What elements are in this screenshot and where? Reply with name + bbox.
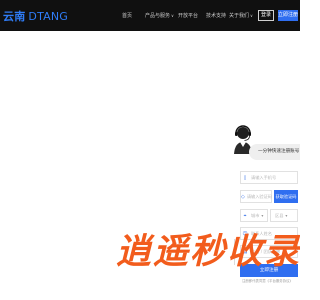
sms-code-field[interactable]: ◇ 请输入验证码 [240, 190, 272, 203]
nav-item-label: 技术支持 [206, 13, 227, 19]
nav-item-label: 开放平台 [178, 13, 199, 19]
phone-field[interactable]: ▯ 请输入手机号 [240, 171, 298, 184]
phone-placeholder: 请输入手机号 [251, 174, 277, 180]
nav-item-home[interactable]: 首页 [122, 13, 132, 19]
location-icon: ⌖ [243, 212, 247, 219]
nav-item-tech-support[interactable]: 技术支持 [206, 13, 226, 19]
logo-text-en: DTANG [28, 9, 69, 23]
nav-item-label: 关于我们 [229, 13, 250, 19]
register-form-panel: 一分钟快速注册账号 ▯ 请输入手机号 ◇ 请输入验证码 获取验证码 ⌖ 城市 ▾… [222, 121, 300, 300]
nav-item-products[interactable]: 产品与服务∨ [145, 13, 174, 19]
chevron-down-icon: ∨ [250, 13, 253, 18]
chevron-down-icon: ∨ [171, 13, 174, 18]
city-placeholder: 城市 [251, 212, 260, 218]
nav-item-label: 产品与服务 [145, 13, 171, 19]
login-button[interactable]: 登录 [258, 10, 274, 21]
page: 云南 DTANG 首页 产品与服务∨ 开放平台 技术支持 关于我们∨ 登录 立即… [0, 0, 300, 300]
top-navbar: 云南 DTANG 首页 产品与服务∨ 开放平台 技术支持 关于我们∨ 登录 立即… [0, 0, 300, 31]
chevron-down-icon: ▾ [261, 213, 264, 218]
logo-text-cn: 云南 [3, 10, 26, 23]
nav-item-open-platform[interactable]: 开放平台 [178, 13, 198, 19]
nav-item-label: 首页 [122, 13, 133, 19]
district-placeholder: 区县 [275, 212, 284, 218]
district-select[interactable]: 区县 ▾ [270, 209, 298, 222]
nav-item-about[interactable]: 关于我们∨ [229, 13, 253, 19]
agreement-note[interactable]: 注册即代表同意《平台服务协议》 [242, 279, 300, 284]
slogan-heading: 逍遥秒收录 [116, 232, 300, 272]
city-select[interactable]: ⌖ 城市 ▾ [240, 209, 268, 222]
promo-text: 一分钟快速注册账号 [249, 144, 300, 160]
sms-code-placeholder: 请输入验证码 [246, 193, 272, 199]
get-code-button[interactable]: 获取验证码 [274, 190, 298, 203]
chevron-down-icon: ▾ [285, 213, 288, 218]
register-button[interactable]: 立即注册 [278, 10, 298, 21]
site-logo[interactable]: 云南 DTANG [3, 9, 69, 24]
phone-icon: ▯ [243, 174, 247, 181]
